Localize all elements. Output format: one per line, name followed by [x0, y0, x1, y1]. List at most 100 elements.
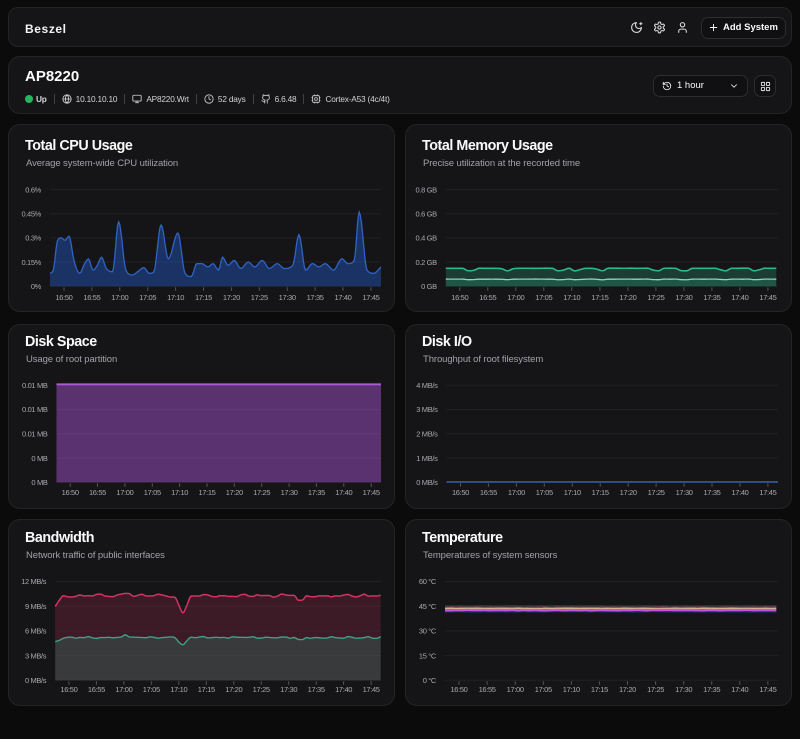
svg-text:16:55: 16:55 — [88, 685, 105, 694]
svg-text:0 MB: 0 MB — [31, 478, 47, 487]
svg-text:0 MB/s: 0 MB/s — [25, 676, 47, 685]
svg-text:17:35: 17:35 — [703, 293, 720, 302]
svg-text:0.6%: 0.6% — [25, 185, 41, 194]
svg-text:0%: 0% — [31, 282, 42, 291]
svg-text:16:55: 16:55 — [83, 293, 100, 302]
svg-text:17:45: 17:45 — [759, 488, 776, 497]
svg-text:3 MB/s: 3 MB/s — [25, 651, 47, 660]
svg-text:0.3%: 0.3% — [25, 234, 41, 243]
svg-text:16:55: 16:55 — [480, 488, 497, 497]
svg-text:17:35: 17:35 — [307, 293, 324, 302]
svg-text:16:55: 16:55 — [89, 488, 106, 497]
svg-text:17:45: 17:45 — [363, 685, 380, 694]
svg-text:45 °C: 45 °C — [419, 602, 437, 611]
svg-text:17:35: 17:35 — [703, 488, 720, 497]
svg-text:16:50: 16:50 — [62, 488, 79, 497]
svg-text:17:40: 17:40 — [335, 488, 352, 497]
svg-text:16:50: 16:50 — [452, 488, 469, 497]
svg-text:17:05: 17:05 — [535, 685, 552, 694]
svg-text:12 MB/s: 12 MB/s — [21, 577, 47, 586]
svg-text:17:10: 17:10 — [167, 293, 184, 302]
svg-text:4 MB/s: 4 MB/s — [416, 381, 438, 390]
svg-text:17:30: 17:30 — [281, 488, 298, 497]
svg-text:16:50: 16:50 — [55, 293, 72, 302]
svg-text:17:10: 17:10 — [171, 488, 188, 497]
svg-text:2 MB/s: 2 MB/s — [416, 430, 438, 439]
svg-text:17:10: 17:10 — [563, 293, 580, 302]
svg-text:6 MB/s: 6 MB/s — [25, 627, 47, 636]
svg-text:17:40: 17:40 — [334, 293, 351, 302]
svg-text:17:00: 17:00 — [508, 488, 525, 497]
svg-text:17:40: 17:40 — [731, 685, 748, 694]
svg-text:17:45: 17:45 — [362, 293, 379, 302]
svg-text:17:45: 17:45 — [363, 488, 380, 497]
svg-text:17:05: 17:05 — [143, 685, 160, 694]
svg-text:0.15%: 0.15% — [21, 258, 41, 267]
svg-text:17:40: 17:40 — [731, 488, 748, 497]
svg-text:15 °C: 15 °C — [419, 651, 437, 660]
svg-text:17:45: 17:45 — [759, 293, 776, 302]
svg-text:0 °C: 0 °C — [423, 676, 437, 685]
svg-text:17:20: 17:20 — [620, 488, 637, 497]
svg-text:17:05: 17:05 — [144, 488, 161, 497]
svg-text:17:35: 17:35 — [308, 488, 325, 497]
svg-text:0 MB: 0 MB — [31, 454, 47, 463]
svg-text:17:25: 17:25 — [253, 488, 270, 497]
svg-text:17:20: 17:20 — [619, 293, 636, 302]
svg-text:16:50: 16:50 — [450, 685, 467, 694]
svg-text:17:10: 17:10 — [563, 685, 580, 694]
svg-text:0 GB: 0 GB — [421, 282, 437, 291]
svg-text:17:10: 17:10 — [564, 488, 581, 497]
svg-text:17:25: 17:25 — [647, 685, 664, 694]
svg-text:1 MB/s: 1 MB/s — [416, 454, 438, 463]
svg-text:17:05: 17:05 — [536, 488, 553, 497]
svg-text:17:05: 17:05 — [535, 293, 552, 302]
svg-text:17:30: 17:30 — [676, 488, 693, 497]
svg-text:17:35: 17:35 — [308, 685, 325, 694]
svg-text:0.01 MB: 0.01 MB — [22, 405, 48, 414]
svg-text:0.2 GB: 0.2 GB — [416, 258, 438, 267]
svg-text:17:00: 17:00 — [116, 488, 133, 497]
svg-text:0.4 GB: 0.4 GB — [416, 234, 438, 243]
svg-text:17:10: 17:10 — [170, 685, 187, 694]
svg-text:17:15: 17:15 — [198, 685, 215, 694]
svg-text:17:20: 17:20 — [225, 685, 242, 694]
svg-text:17:25: 17:25 — [253, 685, 270, 694]
svg-text:16:55: 16:55 — [479, 685, 496, 694]
svg-text:17:15: 17:15 — [591, 293, 608, 302]
svg-text:17:35: 17:35 — [703, 685, 720, 694]
svg-text:0 MB/s: 0 MB/s — [416, 478, 438, 487]
svg-text:17:30: 17:30 — [675, 293, 692, 302]
svg-text:9 MB/s: 9 MB/s — [25, 602, 47, 611]
svg-text:17:30: 17:30 — [675, 685, 692, 694]
svg-text:0.45%: 0.45% — [21, 210, 41, 219]
svg-text:17:15: 17:15 — [591, 685, 608, 694]
svg-text:0.01 MB: 0.01 MB — [22, 430, 48, 439]
svg-text:17:20: 17:20 — [619, 685, 636, 694]
svg-text:0.6 GB: 0.6 GB — [416, 210, 438, 219]
svg-text:17:25: 17:25 — [648, 488, 665, 497]
svg-text:17:45: 17:45 — [759, 685, 776, 694]
svg-text:17:20: 17:20 — [223, 293, 240, 302]
svg-text:3 MB/s: 3 MB/s — [416, 405, 438, 414]
svg-text:17:40: 17:40 — [731, 293, 748, 302]
svg-text:17:20: 17:20 — [226, 488, 243, 497]
svg-text:17:25: 17:25 — [251, 293, 268, 302]
svg-text:17:00: 17:00 — [115, 685, 132, 694]
svg-text:17:00: 17:00 — [111, 293, 128, 302]
svg-text:17:40: 17:40 — [335, 685, 352, 694]
svg-text:16:50: 16:50 — [60, 685, 77, 694]
svg-text:17:25: 17:25 — [647, 293, 664, 302]
svg-text:17:15: 17:15 — [592, 488, 609, 497]
svg-text:17:15: 17:15 — [195, 293, 212, 302]
svg-text:16:55: 16:55 — [479, 293, 496, 302]
svg-text:60 °C: 60 °C — [419, 577, 437, 586]
svg-text:30 °C: 30 °C — [419, 627, 437, 636]
svg-text:0.8 GB: 0.8 GB — [416, 185, 438, 194]
svg-text:17:30: 17:30 — [279, 293, 296, 302]
svg-text:17:00: 17:00 — [507, 685, 524, 694]
svg-text:17:15: 17:15 — [198, 488, 215, 497]
svg-text:17:30: 17:30 — [280, 685, 297, 694]
svg-text:17:00: 17:00 — [507, 293, 524, 302]
svg-text:16:50: 16:50 — [451, 293, 468, 302]
